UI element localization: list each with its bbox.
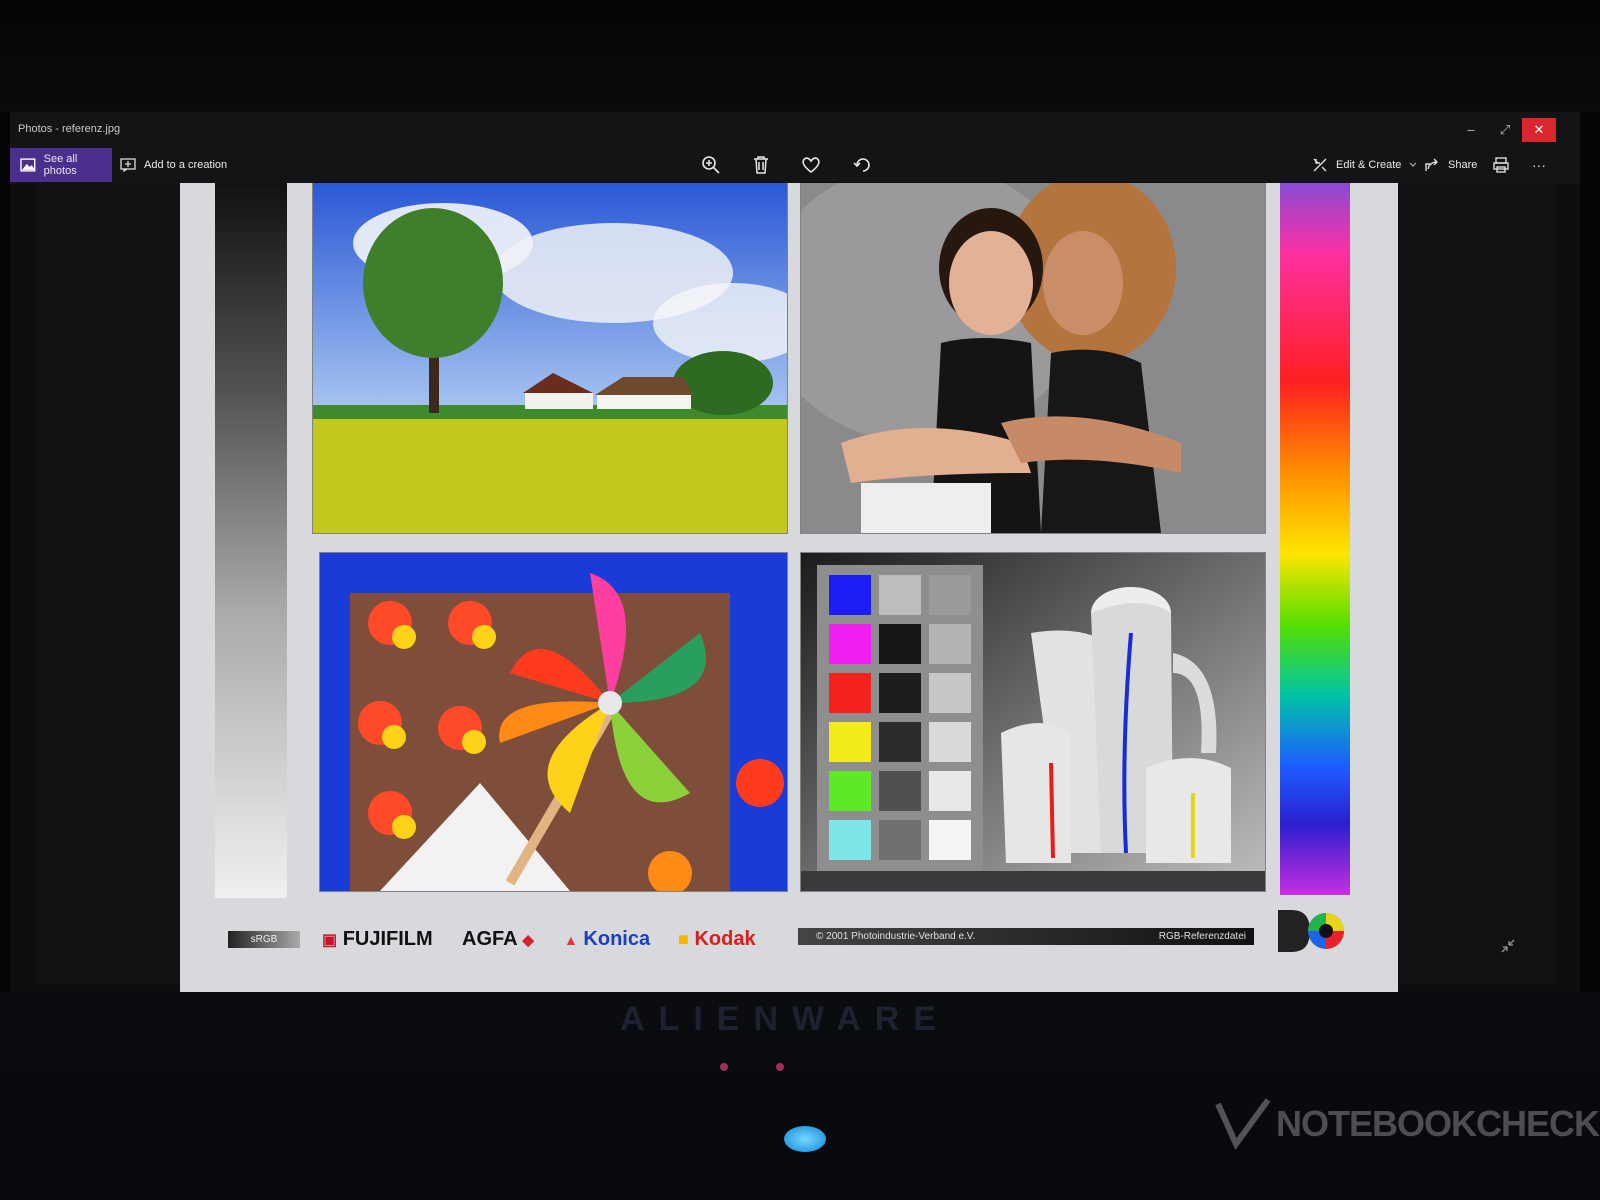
- delete-icon[interactable]: [748, 152, 774, 178]
- agfa-logo-text: AGFA: [462, 928, 517, 950]
- reference-file-label: RGB-Referenzdatei: [1158, 931, 1246, 942]
- exit-fullscreen-icon[interactable]: [1500, 938, 1516, 954]
- share-button[interactable]: Share: [1424, 148, 1477, 182]
- chevron-down-icon: [1409, 162, 1417, 167]
- see-all-photos-label: See all photos: [43, 153, 78, 177]
- color-swatch: [829, 575, 871, 615]
- color-swatch: [929, 820, 971, 860]
- fujifilm-mark-icon: ▣: [322, 932, 338, 949]
- konica-logo-text: Konica: [583, 928, 651, 950]
- zoom-in-icon[interactable]: [698, 152, 724, 178]
- close-button[interactable]: ✕: [1522, 118, 1556, 142]
- srgb-label: sRGB: [228, 931, 300, 948]
- edit-create-button[interactable]: Edit & Create: [1312, 148, 1417, 182]
- pinwheel-photo: [320, 553, 787, 891]
- status-led: [776, 1063, 784, 1071]
- color-swatch: [929, 575, 971, 615]
- color-swatch: [929, 771, 971, 811]
- color-swatch: [879, 673, 921, 713]
- reference-image: sRGB ▣ FUJIFILM AGFA ◆ ▲ Konica ■ Kodak …: [180, 183, 1398, 995]
- favorite-heart-icon[interactable]: [798, 152, 824, 178]
- copyright-text: © 2001 Photoindustrie-Verband e.V.: [816, 931, 976, 942]
- footer-logos: sRGB ▣ FUJIFILM AGFA ◆ ▲ Konica ■ Kodak …: [228, 910, 1388, 958]
- color-swatch: [879, 771, 921, 811]
- share-icon: [1425, 158, 1438, 171]
- print-icon[interactable]: [1488, 152, 1514, 178]
- notebookcheck-watermark: NOTEBOOKCHECK: [1212, 1094, 1600, 1154]
- color-spectrum-strip: [1280, 183, 1350, 895]
- portrait-photo: [801, 183, 1265, 533]
- agfa-logo: AGFA ◆: [462, 928, 534, 951]
- screen-bezel-top: [0, 0, 1600, 112]
- color-swatch: [879, 624, 921, 664]
- status-led: [720, 1063, 728, 1071]
- share-label: Share: [1448, 159, 1478, 171]
- window-title: Photos - referenz.jpg: [18, 123, 121, 135]
- color-swatch: [879, 575, 921, 615]
- photos-icon: [20, 158, 36, 172]
- edit-create-icon: [1313, 158, 1327, 172]
- watermark-text: NOTEBOOKCHECK: [1276, 1103, 1600, 1144]
- alien-power-logo-icon: [784, 1126, 826, 1152]
- color-swatch: [829, 673, 871, 713]
- color-swatch: [879, 722, 921, 762]
- grayscale-gradient-strip: [215, 183, 287, 898]
- color-swatch: [929, 624, 971, 664]
- konica-logo: ▲ Konica: [564, 928, 650, 951]
- konica-mark-icon: ▲: [564, 932, 578, 948]
- rotate-icon[interactable]: [850, 152, 876, 178]
- minimize-button[interactable]: –: [1454, 118, 1488, 142]
- color-swatch: [829, 820, 871, 860]
- fujifilm-logo: ▣ FUJIFILM: [322, 928, 433, 951]
- add-to-creation-label: Add to a creation: [144, 159, 228, 171]
- color-swatch: [929, 722, 971, 762]
- dq-logo: [1278, 910, 1344, 952]
- color-swatch: [829, 624, 871, 664]
- color-swatch: [879, 820, 921, 860]
- title-bar: Photos - referenz.jpg – ⤢ ✕: [10, 112, 1580, 146]
- landscape-photo: [313, 183, 787, 533]
- kodak-logo: ■ Kodak: [678, 928, 756, 951]
- restore-button[interactable]: ⤢: [1488, 118, 1522, 142]
- edit-create-label: Edit & Create: [1336, 159, 1402, 171]
- toolbar: See all photos Add to a creation Edit & …: [10, 146, 1580, 184]
- copyright-bar: © 2001 Photoindustrie-Verband e.V. RGB-R…: [798, 928, 1254, 945]
- more-options-button[interactable]: ···: [1526, 152, 1552, 178]
- color-swatch: [829, 771, 871, 811]
- kodak-logo-text: Kodak: [694, 928, 756, 950]
- kodak-mark-icon: ■: [678, 929, 689, 949]
- color-swatch: [829, 722, 871, 762]
- see-all-photos-button[interactable]: See all photos: [10, 148, 112, 182]
- creation-icon: [120, 158, 136, 172]
- color-swatch: [929, 673, 971, 713]
- color-checker-and-jug-photo: [801, 553, 1265, 891]
- checkmark-logo-icon: [1215, 1098, 1271, 1150]
- fujifilm-logo-text: FUJIFILM: [342, 928, 433, 950]
- add-to-creation-button[interactable]: Add to a creation: [120, 148, 227, 182]
- agfa-rhombus-icon: ◆: [522, 932, 534, 949]
- laptop-brand: ALIENWARE: [620, 1000, 950, 1038]
